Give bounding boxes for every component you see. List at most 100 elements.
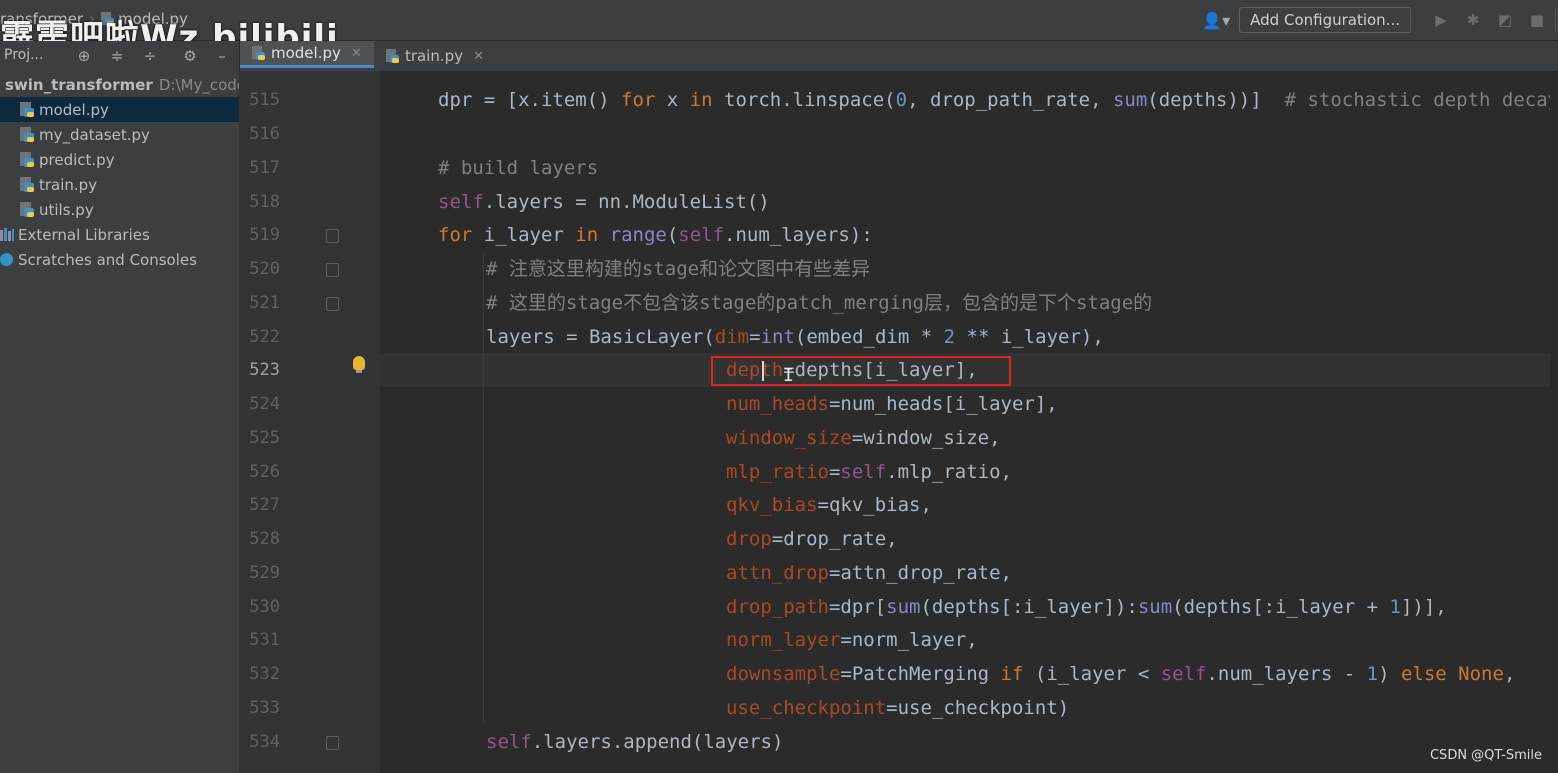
code-line-518: self.layers = nn.ModuleList() [438, 191, 770, 213]
project-tree: swin_transformer D:\My_code model.py my_… [0, 71, 240, 773]
tree-item-predict-py[interactable]: predict.py [0, 147, 239, 172]
code-line-517: # build layers [438, 157, 599, 179]
navigation-bar: ransformer › model.py 霹雳吧啦Wz bilibili 👤▾ A… [0, 0, 1558, 58]
fold-icon[interactable] [326, 297, 339, 311]
text-caret [762, 361, 764, 381]
line-number: 522 [249, 327, 280, 347]
tree-item-train-py[interactable]: train.py [0, 172, 239, 197]
code-line-528: drop=drop_rate, [726, 528, 898, 550]
tab-label: train.py [405, 47, 464, 65]
line-number: 530 [249, 597, 280, 617]
line-number: 520 [249, 259, 280, 279]
editor-scrollbar[interactable] [1550, 71, 1558, 773]
fold-icon[interactable] [326, 736, 339, 750]
tab-model-py[interactable]: model.py ✕ [240, 41, 374, 68]
fold-icon[interactable] [326, 263, 339, 277]
close-icon[interactable]: ✕ [351, 46, 362, 61]
library-icon [0, 228, 14, 241]
code-line-524: num_heads=num_heads[i_layer], [726, 393, 1058, 415]
python-file-icon [20, 177, 34, 192]
tree-item-external-libraries[interactable]: External Libraries [0, 222, 239, 247]
code-editor[interactable]: 515 516 517 518 519 520 521 522 523 524 … [240, 71, 1558, 773]
line-number: 527 [249, 495, 280, 515]
python-file-icon [20, 152, 34, 167]
tree-root-folder[interactable]: swin_transformer D:\My_code [0, 72, 239, 97]
code-line-533: use_checkpoint=use_checkpoint) [726, 697, 1070, 719]
tab-label: model.py [271, 44, 341, 62]
tree-item-label: my_dataset.py [39, 125, 150, 144]
gear-icon[interactable]: ⚙ [180, 46, 200, 66]
line-number: 529 [249, 563, 280, 583]
tree-item-label: Scratches and Consoles [18, 250, 197, 269]
tree-item-label: External Libraries [18, 225, 150, 244]
tree-item-model-py[interactable]: model.py [0, 97, 239, 122]
tree-root-name: swin_transformer [5, 75, 153, 94]
code-line-534: self.layers.append(layers) [486, 731, 784, 753]
toolbar-divider [1555, 9, 1556, 31]
code-line-521: # 这里的stage不包含该stage的patch_merging层，包含的是下… [486, 292, 1153, 314]
code-line-526: mlp_ratio=self.mlp_ratio, [726, 461, 1013, 483]
line-number: 524 [249, 394, 280, 414]
tab-train-py[interactable]: train.py ✕ [386, 41, 484, 71]
add-configuration-button[interactable]: Add Configuration... [1239, 7, 1411, 33]
tree-item-utils-py[interactable]: utils.py [0, 197, 239, 222]
project-tool-header: Proj... ⊕ ≑ ÷ ⚙ – [0, 41, 240, 71]
tree-item-scratches[interactable]: Scratches and Consoles [0, 247, 239, 272]
run-icon[interactable]: ▶ [1425, 7, 1457, 33]
line-number-current: 523 [249, 360, 280, 380]
line-number: 528 [249, 529, 280, 549]
line-number: 518 [249, 192, 280, 212]
line-number: 516 [249, 124, 280, 144]
debug-icon[interactable]: ✱ [1457, 7, 1489, 33]
indent-guide [483, 253, 484, 723]
project-view-selector[interactable]: Proj... [4, 47, 43, 63]
code-line-527: qkv_bias=qkv_bias, [726, 494, 932, 516]
line-number: 532 [249, 664, 280, 684]
close-icon[interactable]: ✕ [473, 49, 484, 64]
line-number: 531 [249, 630, 280, 650]
code-line-520: # 注意这里构建的stage和论文图中有些差异 [486, 258, 871, 280]
tree-item-label: model.py [39, 100, 109, 119]
csdn-watermark: CSDN @QT-Smile [1429, 748, 1542, 763]
code-line-515: dpr = [x.item() for x in torch.linspace(… [438, 89, 1558, 111]
line-number: 534 [249, 732, 280, 752]
lightbulb-icon[interactable] [353, 356, 365, 373]
python-file-icon [20, 127, 34, 142]
line-number: 521 [249, 293, 280, 313]
line-number: 533 [249, 698, 280, 718]
line-number: 526 [249, 462, 280, 482]
scratches-icon [0, 253, 13, 266]
tree-item-label: train.py [39, 175, 98, 194]
python-file-icon [386, 49, 399, 63]
tree-item-label: utils.py [39, 200, 94, 219]
tree-item-label: predict.py [39, 150, 115, 169]
fold-icon[interactable] [326, 229, 339, 243]
collapse-all-icon[interactable]: ≑ [107, 46, 127, 66]
line-number: 515 [249, 90, 280, 110]
user-icon[interactable]: 👤▾ [1199, 7, 1233, 33]
code-line-519: for i_layer in range(self.num_layers): [438, 224, 873, 246]
line-number: 517 [249, 158, 280, 178]
stop-icon[interactable]: ■ [1521, 7, 1553, 33]
code-line-531: norm_layer=norm_layer, [726, 629, 978, 651]
coverage-icon[interactable]: ◩ [1489, 7, 1521, 33]
locate-icon[interactable]: ⊕ [74, 46, 94, 66]
line-number: 519 [249, 225, 280, 245]
run-toolbar: 👤▾ Add Configuration... ▶ ✱ ◩ ■ [1199, 7, 1558, 33]
code-line-532: downsample=PatchMerging if (i_layer < se… [726, 663, 1516, 685]
tree-item-my-dataset-py[interactable]: my_dataset.py [0, 122, 239, 147]
tree-root-path: D:\My_code [158, 75, 239, 94]
code-line-529: attn_drop=attn_drop_rate, [726, 562, 1012, 584]
editor-tabs: model.py ✕ train.py ✕ [240, 41, 1558, 72]
python-file-icon [20, 202, 34, 217]
code-line-525: window_size=window_size, [726, 427, 1001, 449]
code-line-530: drop_path=dpr[sum(depths[:i_layer]):sum(… [726, 596, 1447, 618]
code-line-522: layers = BasicLayer(dim=int(embed_dim * … [486, 326, 1104, 348]
python-file-icon [252, 46, 265, 60]
line-number: 525 [249, 428, 280, 448]
hide-icon[interactable]: – [212, 46, 232, 66]
python-file-icon [20, 102, 34, 117]
expand-icon[interactable]: ÷ [140, 46, 160, 66]
mouse-ibeam-cursor: I [783, 365, 794, 386]
annotation-highlight-box [711, 356, 1011, 386]
